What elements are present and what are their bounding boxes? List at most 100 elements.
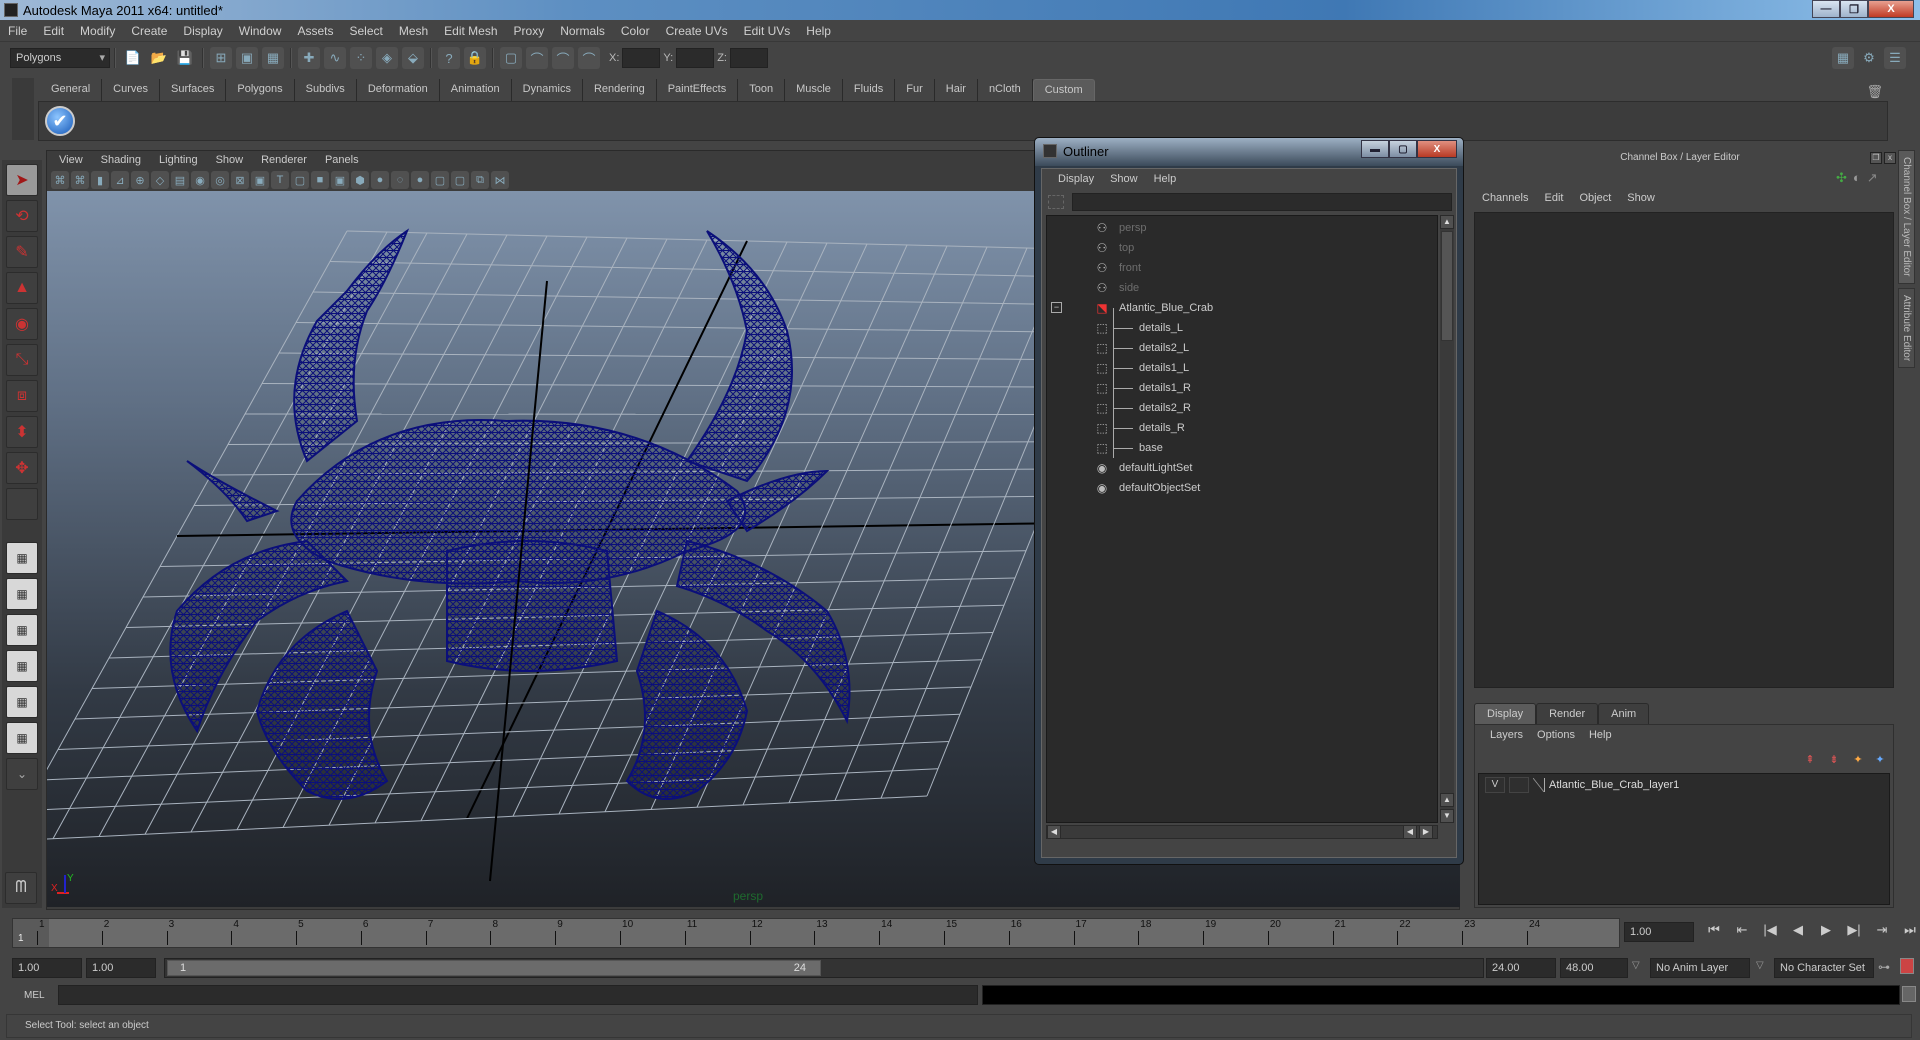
- layer-menu-layers[interactable]: Layers: [1483, 729, 1530, 741]
- outliner-menu-display[interactable]: Display: [1050, 173, 1102, 185]
- scroll-down-button[interactable]: ▼: [1440, 809, 1454, 823]
- start-time-field[interactable]: 1.00: [12, 958, 82, 978]
- new-empty-layer-icon[interactable]: ✦: [1849, 753, 1867, 767]
- outliner-item[interactable]: ◉ defaultObjectSet: [1047, 478, 1437, 498]
- render-settings-icon[interactable]: ⌒: [526, 47, 548, 69]
- scroll-left-button[interactable]: ◀: [1047, 825, 1061, 839]
- outliner-item[interactable]: ⚇ persp: [1047, 218, 1437, 238]
- tool-settings-toggle-icon[interactable]: ⚙: [1858, 47, 1880, 69]
- single-pane-layout-icon[interactable]: ▦: [6, 542, 38, 574]
- four-pane-layout-icon[interactable]: ▦: [6, 578, 38, 610]
- current-time-field[interactable]: 1.00: [1624, 922, 1694, 942]
- shelf-tab-curves[interactable]: Curves: [102, 79, 160, 101]
- more-layouts-layout-icon[interactable]: ⌄: [6, 758, 38, 790]
- bookmark-icon[interactable]: ▮: [91, 171, 109, 189]
- script-editor-icon[interactable]: [1902, 986, 1916, 1002]
- step-forward-key-button[interactable]: ⇥: [1868, 922, 1896, 942]
- isolate-select-icon[interactable]: ▢: [431, 171, 449, 189]
- shelf-tab-painteffects[interactable]: PaintEffects: [656, 79, 739, 101]
- shelf-tab-rendering[interactable]: Rendering: [582, 79, 657, 101]
- range-slider[interactable]: 1 24: [164, 958, 1484, 978]
- snap-live-icon[interactable]: ⬙: [402, 47, 424, 69]
- shelf-tab-ncloth[interactable]: nCloth: [977, 79, 1033, 101]
- close-button[interactable]: X: [1868, 0, 1914, 18]
- channel-box-menu-edit[interactable]: Edit: [1536, 192, 1571, 204]
- hypershade-icon[interactable]: ⌒: [552, 47, 574, 69]
- save-scene-icon[interactable]: 💾: [174, 47, 196, 69]
- layer-tab-render[interactable]: Render: [1536, 703, 1599, 724]
- hypershade-persp-layout-icon[interactable]: ▦: [6, 686, 38, 718]
- maximize-button[interactable]: ❐: [1840, 0, 1868, 18]
- scroll-left-button[interactable]: ◀: [1403, 825, 1417, 839]
- float-panel-icon[interactable]: ❐: [1870, 152, 1882, 164]
- outliner-minimize-button[interactable]: ▬: [1361, 140, 1389, 158]
- layer-row[interactable]: V Atlantic_Blue_Crab_layer1: [1479, 774, 1889, 796]
- camera-attributes-icon[interactable]: ⌘: [71, 171, 89, 189]
- channel-box-menu-object[interactable]: Object: [1571, 192, 1619, 204]
- xray-icon[interactable]: ▢: [451, 171, 469, 189]
- shelf-tab-fur[interactable]: Fur: [895, 79, 935, 101]
- outliner-menu-show[interactable]: Show: [1102, 173, 1146, 185]
- transform-x-field-icon[interactable]: ⌒: [578, 47, 600, 69]
- textured-icon[interactable]: ⬢: [351, 171, 369, 189]
- menu-select[interactable]: Select: [341, 24, 390, 38]
- outliner-item[interactable]: ⬚ details_R: [1047, 418, 1437, 438]
- outliner-item[interactable]: ◉ defaultLightSet: [1047, 458, 1437, 478]
- menu-help[interactable]: Help: [798, 24, 839, 38]
- outliner-item[interactable]: ⬚ base: [1047, 438, 1437, 458]
- trash-icon[interactable]: 🗑: [1866, 84, 1883, 100]
- snap-grid-icon[interactable]: ✚: [298, 47, 320, 69]
- layer-name[interactable]: Atlantic_Blue_Crab_layer1: [1549, 779, 1679, 791]
- outliner-close-button[interactable]: X: [1417, 140, 1457, 158]
- smooth-shade-icon[interactable]: ■: [311, 171, 329, 189]
- filter-icon[interactable]: [1048, 195, 1064, 209]
- layer-visibility-toggle[interactable]: V: [1485, 777, 1505, 793]
- viewport-menu-lighting[interactable]: Lighting: [150, 154, 207, 166]
- collapse-toggle[interactable]: −: [1051, 302, 1062, 313]
- new-layer-selected-icon[interactable]: ✦: [1871, 753, 1889, 767]
- shelf-tab-surfaces[interactable]: Surfaces: [159, 79, 227, 101]
- scroll-thumb[interactable]: [1441, 231, 1453, 341]
- show-manipulator-icon[interactable]: ✥: [6, 452, 38, 484]
- shelf-tab-hair[interactable]: Hair: [934, 79, 978, 101]
- outliner-item[interactable]: ⚇ side: [1047, 278, 1437, 298]
- close-panel-icon[interactable]: x: [1884, 152, 1896, 164]
- maya-logo-icon[interactable]: ᗰ: [5, 872, 37, 904]
- layer-playback-toggle[interactable]: [1509, 777, 1529, 793]
- channel-box-menu-channels[interactable]: Channels: [1474, 192, 1536, 204]
- viewport-menu-show[interactable]: Show: [207, 154, 253, 166]
- side-tab-attribute-editor[interactable]: Attribute Editor: [1898, 287, 1915, 368]
- channel-box-menu-show[interactable]: Show: [1619, 192, 1663, 204]
- menu-proxy[interactable]: Proxy: [506, 24, 553, 38]
- play-forward-button[interactable]: ▶: [1812, 922, 1840, 942]
- select-by-object-icon[interactable]: ▣: [236, 47, 258, 69]
- shelf-tab-general[interactable]: General: [40, 79, 103, 101]
- scroll-up-button[interactable]: ▲: [1440, 793, 1454, 807]
- scroll-up-button[interactable]: ▲: [1440, 215, 1454, 229]
- move-layer-up-icon[interactable]: ⇞: [1801, 753, 1819, 767]
- shelf-side-controls[interactable]: [12, 78, 34, 140]
- outliner-item[interactable]: ⚇ front: [1047, 258, 1437, 278]
- menu-set-dropdown[interactable]: Polygons: [10, 48, 110, 68]
- xray-joints-icon[interactable]: ⧉: [471, 171, 489, 189]
- menu-window[interactable]: Window: [231, 24, 290, 38]
- outliner-item[interactable]: ⬔ Atlantic_Blue_Crab −: [1047, 298, 1437, 318]
- z-field[interactable]: [729, 48, 768, 68]
- soft-mod-tool-icon[interactable]: ⬍: [6, 416, 38, 448]
- arrow-icon[interactable]: ↗: [1867, 170, 1878, 186]
- menu-normals[interactable]: Normals: [552, 24, 613, 38]
- outliner-item[interactable]: ⬚ details2_L: [1047, 338, 1437, 358]
- high-quality-icon[interactable]: ●: [411, 171, 429, 189]
- viewport-menu-renderer[interactable]: Renderer: [252, 154, 316, 166]
- menu-mesh[interactable]: Mesh: [391, 24, 436, 38]
- shelf-tab-dynamics[interactable]: Dynamics: [511, 79, 583, 101]
- y-field[interactable]: [676, 48, 715, 68]
- menu-create-uvs[interactable]: Create UVs: [658, 24, 736, 38]
- play-backward-button[interactable]: ◀: [1784, 922, 1812, 942]
- scroll-right-button[interactable]: ▶: [1419, 825, 1433, 839]
- outliner-horizontal-scrollbar[interactable]: ◀ ◀ ▶: [1046, 825, 1438, 839]
- shelf-tab-muscle[interactable]: Muscle: [785, 79, 843, 101]
- menu-edit-uvs[interactable]: Edit UVs: [736, 24, 799, 38]
- viewport-menu-panels[interactable]: Panels: [316, 154, 368, 166]
- x-field[interactable]: [622, 48, 661, 68]
